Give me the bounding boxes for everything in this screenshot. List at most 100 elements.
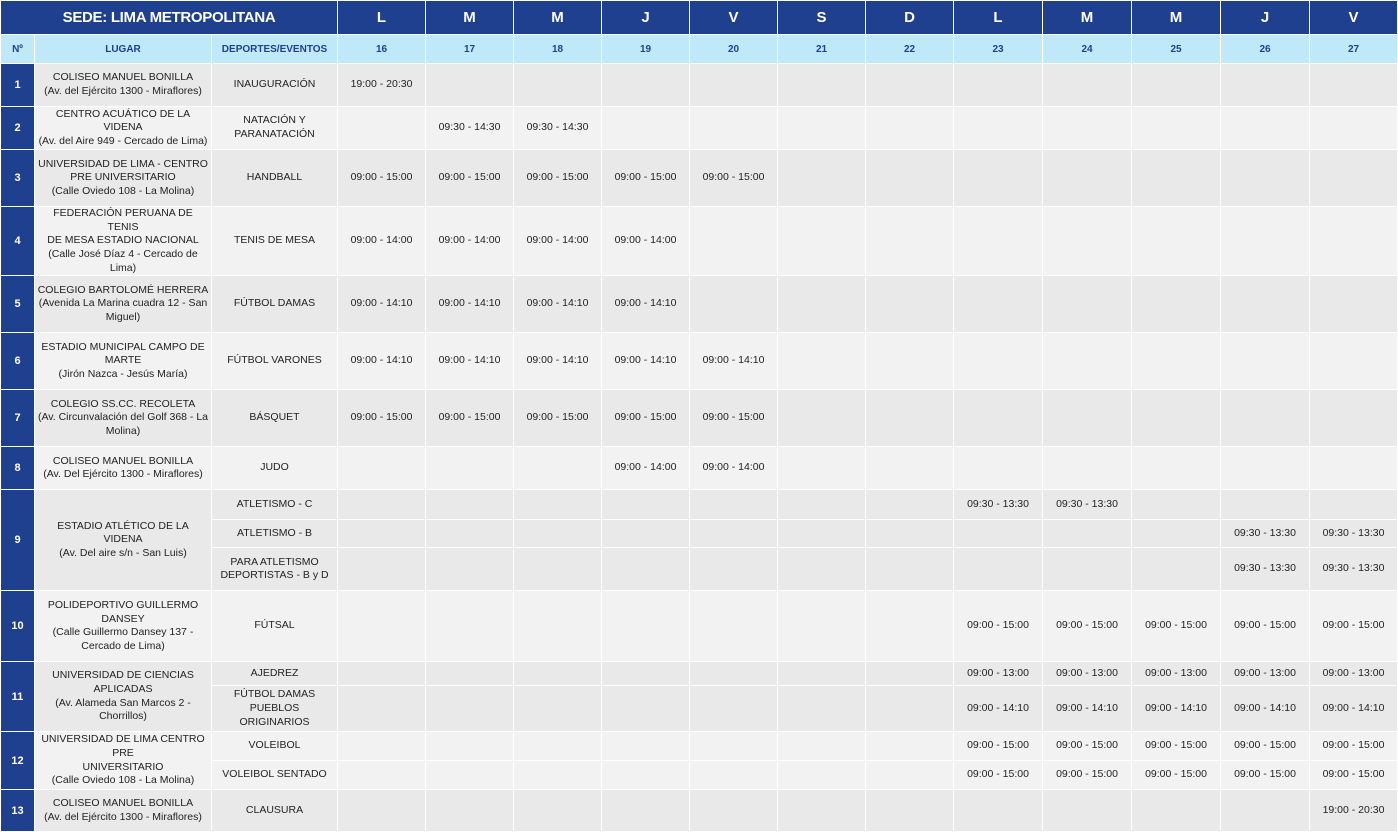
table-row: 13 COLISEO MANUEL BONILLA (Av. del Ejércit… [0, 789, 1398, 832]
time-cell [1042, 332, 1133, 391]
event-cell: NATACIÓN Y PARANATACIÓN [210, 106, 339, 150]
time-cell: 09:00 - 13:00 [1131, 661, 1222, 687]
time-cell [689, 205, 779, 277]
time-cell: 09:30 - 13:30 [1220, 547, 1311, 592]
time-cell [865, 205, 955, 277]
date-header-7: 23 [953, 34, 1044, 64]
time-cell [1131, 149, 1222, 207]
venue-line: UNIVERSIDAD DE LIMA - CENTRO [38, 157, 208, 170]
event-line: JUDO [260, 461, 289, 474]
time-cell [1131, 63, 1222, 107]
time-cell [1309, 63, 1398, 107]
time-cell [425, 661, 515, 687]
row-number: 8 [0, 446, 35, 491]
time-cell: 09:00 - 15:00 [953, 731, 1044, 762]
time-cell [1131, 519, 1222, 549]
time-cell [689, 590, 779, 663]
time-cell: 09:00 - 14:10 [1131, 685, 1222, 733]
time-cell: 09:00 - 13:00 [1042, 661, 1133, 687]
time-cell [1220, 489, 1311, 521]
event-cell: PARA ATLETISMO DEPORTISTAS - B y D [210, 547, 339, 592]
time-cell [777, 489, 867, 521]
venue-line: MARTE [104, 354, 142, 367]
time-cell [953, 519, 1044, 549]
col-header-place: LUGAR [34, 34, 212, 64]
event-cell: ATLETISMO - B [210, 519, 339, 549]
day-letter-5: S [777, 0, 867, 35]
time-cell: 09:00 - 14:10 [425, 332, 515, 391]
time-cell: 09:00 - 15:00 [337, 389, 427, 448]
event-cell: JUDO [210, 446, 339, 491]
time-cell [425, 760, 515, 791]
table-row: 6 ESTADIO MUNICIPAL CAMPO DE MARTE (Jirón N… [0, 332, 1398, 391]
time-cell: 09:00 - 15:00 [601, 149, 691, 207]
time-cell [1042, 63, 1133, 107]
time-cell [337, 760, 427, 791]
table-row: 10 POLIDEPORTIVO GUILLERMO DANSEY (Calle Gu… [0, 590, 1398, 663]
time-cell [1042, 275, 1133, 334]
time-cell: 09:00 - 15:00 [1309, 590, 1398, 663]
time-cell: 09:30 - 13:30 [1220, 519, 1311, 549]
time-cell: 09:00 - 14:00 [601, 446, 691, 491]
time-cell [1309, 275, 1398, 334]
time-cell: 09:00 - 15:00 [689, 389, 779, 448]
time-cell [1131, 332, 1222, 391]
time-cell: 09:00 - 15:00 [1220, 760, 1311, 791]
venue-line: COLEGIO BARTOLOMÉ HERRERA [37, 283, 209, 296]
event-cell: TENIS DE MESA [210, 205, 339, 277]
row-number: 7 [0, 389, 35, 448]
event-line: VOLEIBOL SENTADO [222, 768, 327, 781]
venue-line: COLISEO MANUEL BONILLA [52, 454, 194, 467]
day-letter-11: V [1309, 0, 1398, 35]
time-cell [601, 590, 691, 663]
time-cell [1309, 332, 1398, 391]
date-header-0: 16 [337, 34, 427, 64]
time-cell [601, 661, 691, 687]
table-row: 2 CENTRO ACUÁTICO DE LA VIDENA (Av. del Ai… [0, 106, 1398, 150]
time-cell: 09:00 - 14:00 [601, 205, 691, 277]
time-cell: 09:00 - 15:00 [689, 149, 779, 207]
time-cell [1220, 205, 1311, 277]
time-cell [777, 590, 867, 663]
time-cell [337, 731, 427, 762]
venue-line: COLISEO MANUEL BONILLA [52, 797, 194, 810]
venue-cell: FEDERACIÓN PERUANA DE TENIS DE MESA ESTAD… [34, 205, 212, 277]
time-cell: 09:00 - 14:10 [601, 332, 691, 391]
time-cell: 09:00 - 14:10 [1042, 685, 1133, 733]
date-header-2: 18 [513, 34, 603, 64]
time-cell [1220, 106, 1311, 150]
venue-line: PRE UNIVERSITARIO [70, 171, 176, 184]
time-cell: 09:00 - 13:00 [1220, 661, 1311, 687]
time-cell [1220, 789, 1311, 832]
time-cell [1220, 63, 1311, 107]
venue-line: (Avenida La Marina cuadra 12 - San [38, 297, 208, 310]
time-cell [865, 106, 955, 150]
row-number: 6 [0, 332, 35, 391]
time-cell [1042, 547, 1133, 592]
time-cell [425, 446, 515, 491]
event-line: NATACIÓN Y [243, 114, 306, 127]
time-cell [953, 275, 1044, 334]
time-cell [1131, 106, 1222, 150]
time-cell [1220, 446, 1311, 491]
day-letter-6: D [865, 0, 955, 35]
event-line: DEPORTISTAS - B y D [220, 569, 329, 582]
day-letter-0: L [337, 0, 427, 35]
venue-line: UNIVERSIDAD DE LIMA CENTRO PRE [41, 733, 205, 760]
venue-cell: COLEGIO SS.CC. RECOLETA (Av. Circunvalaci… [34, 389, 212, 448]
time-cell [425, 63, 515, 107]
time-cell [689, 106, 779, 150]
time-cell [513, 63, 603, 107]
time-cell: 09:00 - 15:00 [1131, 731, 1222, 762]
time-cell [865, 489, 955, 521]
event-line: VOLEIBOL [248, 739, 301, 752]
venue-cell: COLISEO MANUEL BONILLA (Av. del Ejército … [34, 789, 212, 832]
time-cell [865, 446, 955, 491]
day-letter-7: L [953, 0, 1044, 35]
time-cell [777, 661, 867, 687]
time-cell [601, 489, 691, 521]
time-cell [337, 661, 427, 687]
time-cell: 09:00 - 15:00 [513, 389, 603, 448]
venue-cell: UNIVERSIDAD DE CIENCIAS APLICADAS (Av. Ala… [34, 661, 212, 733]
venue-line: DE MESA ESTADIO NACIONAL [47, 234, 199, 247]
